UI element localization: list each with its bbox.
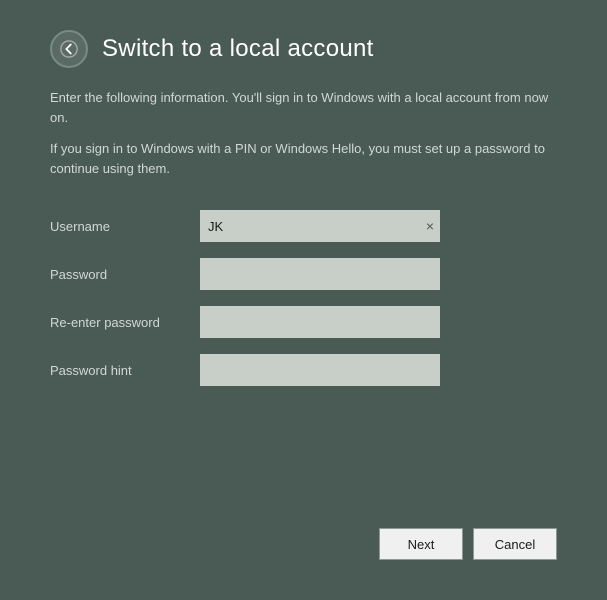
password-input[interactable]: [200, 258, 440, 290]
username-label: Username: [50, 219, 200, 234]
page-container: Switch to a local account Enter the foll…: [0, 0, 607, 600]
description-line1: Enter the following information. You'll …: [50, 88, 557, 127]
reenter-input[interactable]: [200, 306, 440, 338]
page-title: Switch to a local account: [102, 35, 374, 63]
footer: Next Cancel: [50, 528, 557, 570]
username-clear-button[interactable]: ×: [426, 219, 434, 233]
back-button[interactable]: [50, 30, 88, 68]
hint-input-wrapper: [200, 354, 440, 386]
reenter-input-wrapper: [200, 306, 440, 338]
password-input-wrapper: [200, 258, 440, 290]
form-area: Username × Password Re-enter password Pa…: [50, 210, 557, 402]
cancel-button[interactable]: Cancel: [473, 528, 557, 560]
username-row: Username ×: [50, 210, 557, 242]
hint-row: Password hint: [50, 354, 557, 386]
username-input[interactable]: [200, 210, 440, 242]
header: Switch to a local account: [50, 30, 557, 68]
description-line2: If you sign in to Windows with a PIN or …: [50, 139, 557, 178]
hint-input[interactable]: [200, 354, 440, 386]
next-button[interactable]: Next: [379, 528, 463, 560]
back-arrow-icon: [60, 40, 78, 58]
username-input-wrapper: ×: [200, 210, 440, 242]
password-label: Password: [50, 267, 200, 282]
reenter-row: Re-enter password: [50, 306, 557, 338]
reenter-label: Re-enter password: [50, 315, 200, 330]
hint-label: Password hint: [50, 363, 200, 378]
password-row: Password: [50, 258, 557, 290]
